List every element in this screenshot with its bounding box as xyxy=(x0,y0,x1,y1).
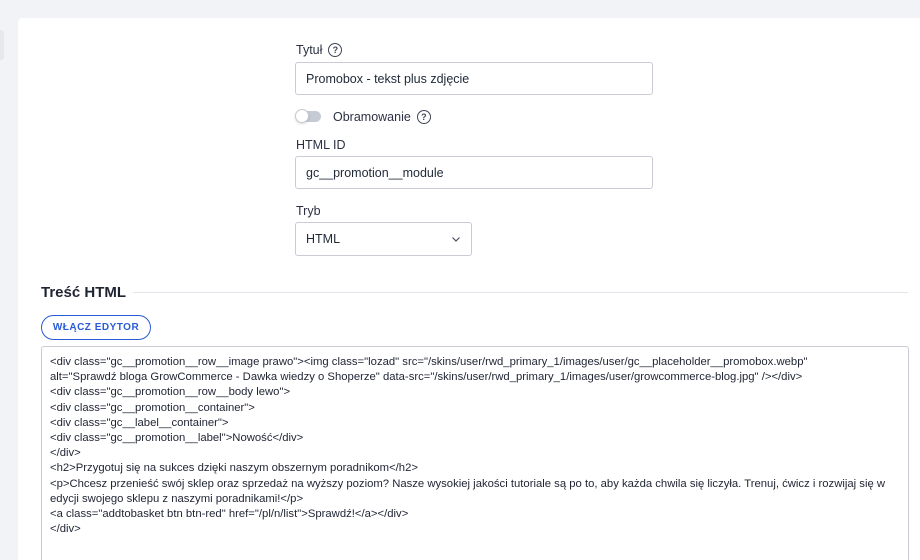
border-toggle[interactable] xyxy=(295,109,321,123)
html-id-label-text: HTML ID xyxy=(296,138,346,152)
border-toggle-label: Obramowanie ? xyxy=(333,110,431,124)
question-circle-icon[interactable]: ? xyxy=(416,110,431,124)
mode-field-label: Tryb xyxy=(296,204,321,218)
title-field-label: Tytuł ? xyxy=(296,43,343,57)
mode-label-text: Tryb xyxy=(296,204,321,218)
chevron-down-icon xyxy=(452,237,460,242)
section-title: Treść HTML xyxy=(41,284,127,301)
toggle-knob xyxy=(295,109,309,123)
html-id-input-value: gc__promotion__module xyxy=(306,165,444,180)
mode-select-value: HTML xyxy=(306,232,341,246)
mode-select[interactable]: HTML xyxy=(295,222,472,256)
html-code-textarea[interactable]: <div class="gc__promotion__row__image pr… xyxy=(41,346,909,560)
side-panel-tab[interactable] xyxy=(0,30,4,60)
section-divider xyxy=(133,292,908,293)
question-circle-icon[interactable]: ? xyxy=(328,43,343,57)
html-id-field-label: HTML ID xyxy=(296,138,346,152)
title-label-text: Tytuł xyxy=(296,43,323,57)
title-input[interactable]: Promobox - tekst plus zdjęcie xyxy=(295,62,653,95)
border-label-text: Obramowanie xyxy=(333,110,411,124)
title-input-value: Promobox - tekst plus zdjęcie xyxy=(306,71,470,86)
html-id-input[interactable]: gc__promotion__module xyxy=(295,156,653,189)
enable-editor-button[interactable]: WŁĄCZ EDYTOR xyxy=(41,315,151,340)
